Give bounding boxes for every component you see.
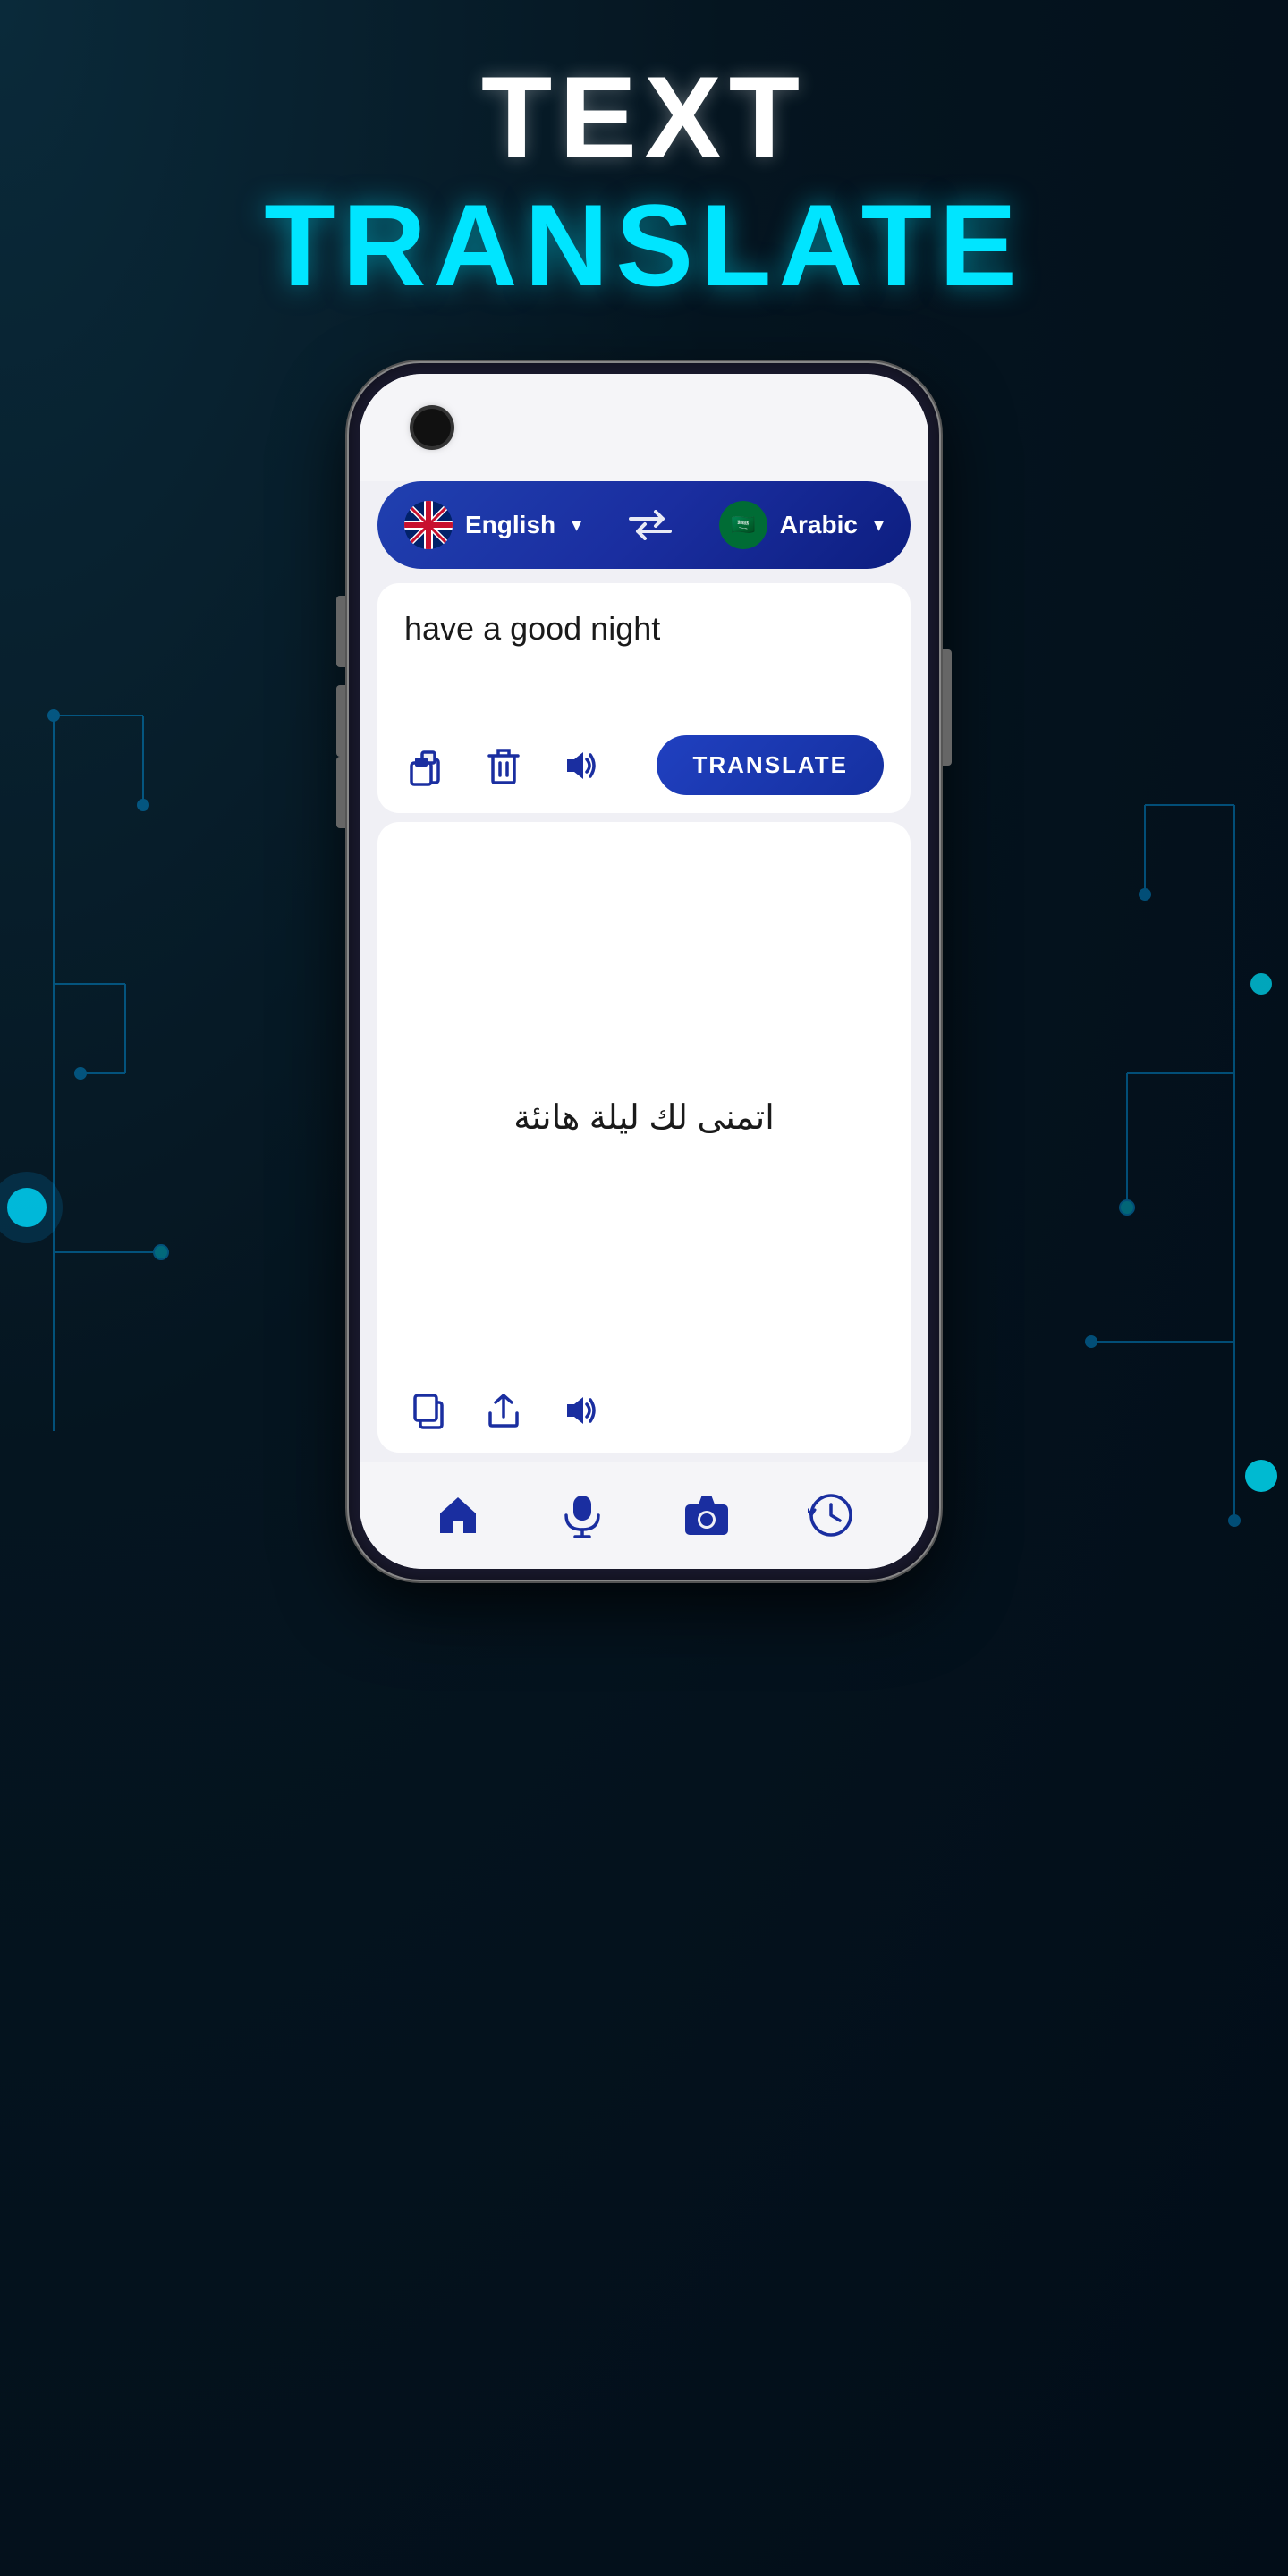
target-lang-chevron: ▾ (874, 513, 884, 537)
front-camera (413, 409, 451, 446)
share-output-button[interactable] (479, 1386, 528, 1435)
output-text-field: اتمنى لك ليلة هانئة (404, 849, 884, 1386)
nav-home[interactable] (435, 1492, 481, 1538)
output-actions-row (404, 1386, 884, 1435)
target-language-name: Arabic (780, 511, 858, 539)
input-actions-row: TRANSLATE (404, 735, 884, 795)
swap-languages-button[interactable] (627, 506, 674, 544)
app-title-line2: TRANSLATE (264, 182, 1024, 309)
phone-body: English ▾ 🇸🇦 (349, 363, 939, 1580)
svg-text:🇸🇦: 🇸🇦 (731, 513, 755, 536)
copy-output-button[interactable] (404, 1386, 453, 1435)
output-card: اتمنى لك ليلة هانئة (377, 822, 911, 1453)
speak-output-button[interactable] (555, 1386, 603, 1435)
bottom-navigation (360, 1462, 928, 1569)
input-card: have a good night (377, 583, 911, 813)
saudi-flag: 🇸🇦 (719, 501, 767, 549)
translate-button[interactable]: TRANSLATE (657, 735, 884, 795)
paste-button[interactable] (404, 741, 453, 790)
delete-button[interactable] (479, 741, 528, 790)
nav-history[interactable] (808, 1492, 854, 1538)
nav-microphone[interactable] (559, 1492, 606, 1538)
source-language-selector[interactable]: English ▾ (404, 501, 581, 549)
phone-mockup: English ▾ 🇸🇦 (349, 363, 939, 1580)
app-title-line1: TEXT (264, 54, 1024, 182)
source-language-name: English (465, 511, 555, 539)
phone-screen: English ▾ 🇸🇦 (360, 374, 928, 1569)
camera-area (360, 374, 928, 481)
input-text-field[interactable]: have a good night (404, 610, 884, 717)
uk-flag (404, 501, 453, 549)
title-section: TEXT TRANSLATE (264, 54, 1024, 309)
speak-input-button[interactable] (555, 741, 603, 790)
source-lang-chevron: ▾ (572, 513, 581, 537)
language-selector-bar: English ▾ 🇸🇦 (377, 481, 911, 569)
nav-camera[interactable] (683, 1492, 730, 1538)
target-language-selector[interactable]: 🇸🇦 Arabic ▾ (719, 501, 884, 549)
